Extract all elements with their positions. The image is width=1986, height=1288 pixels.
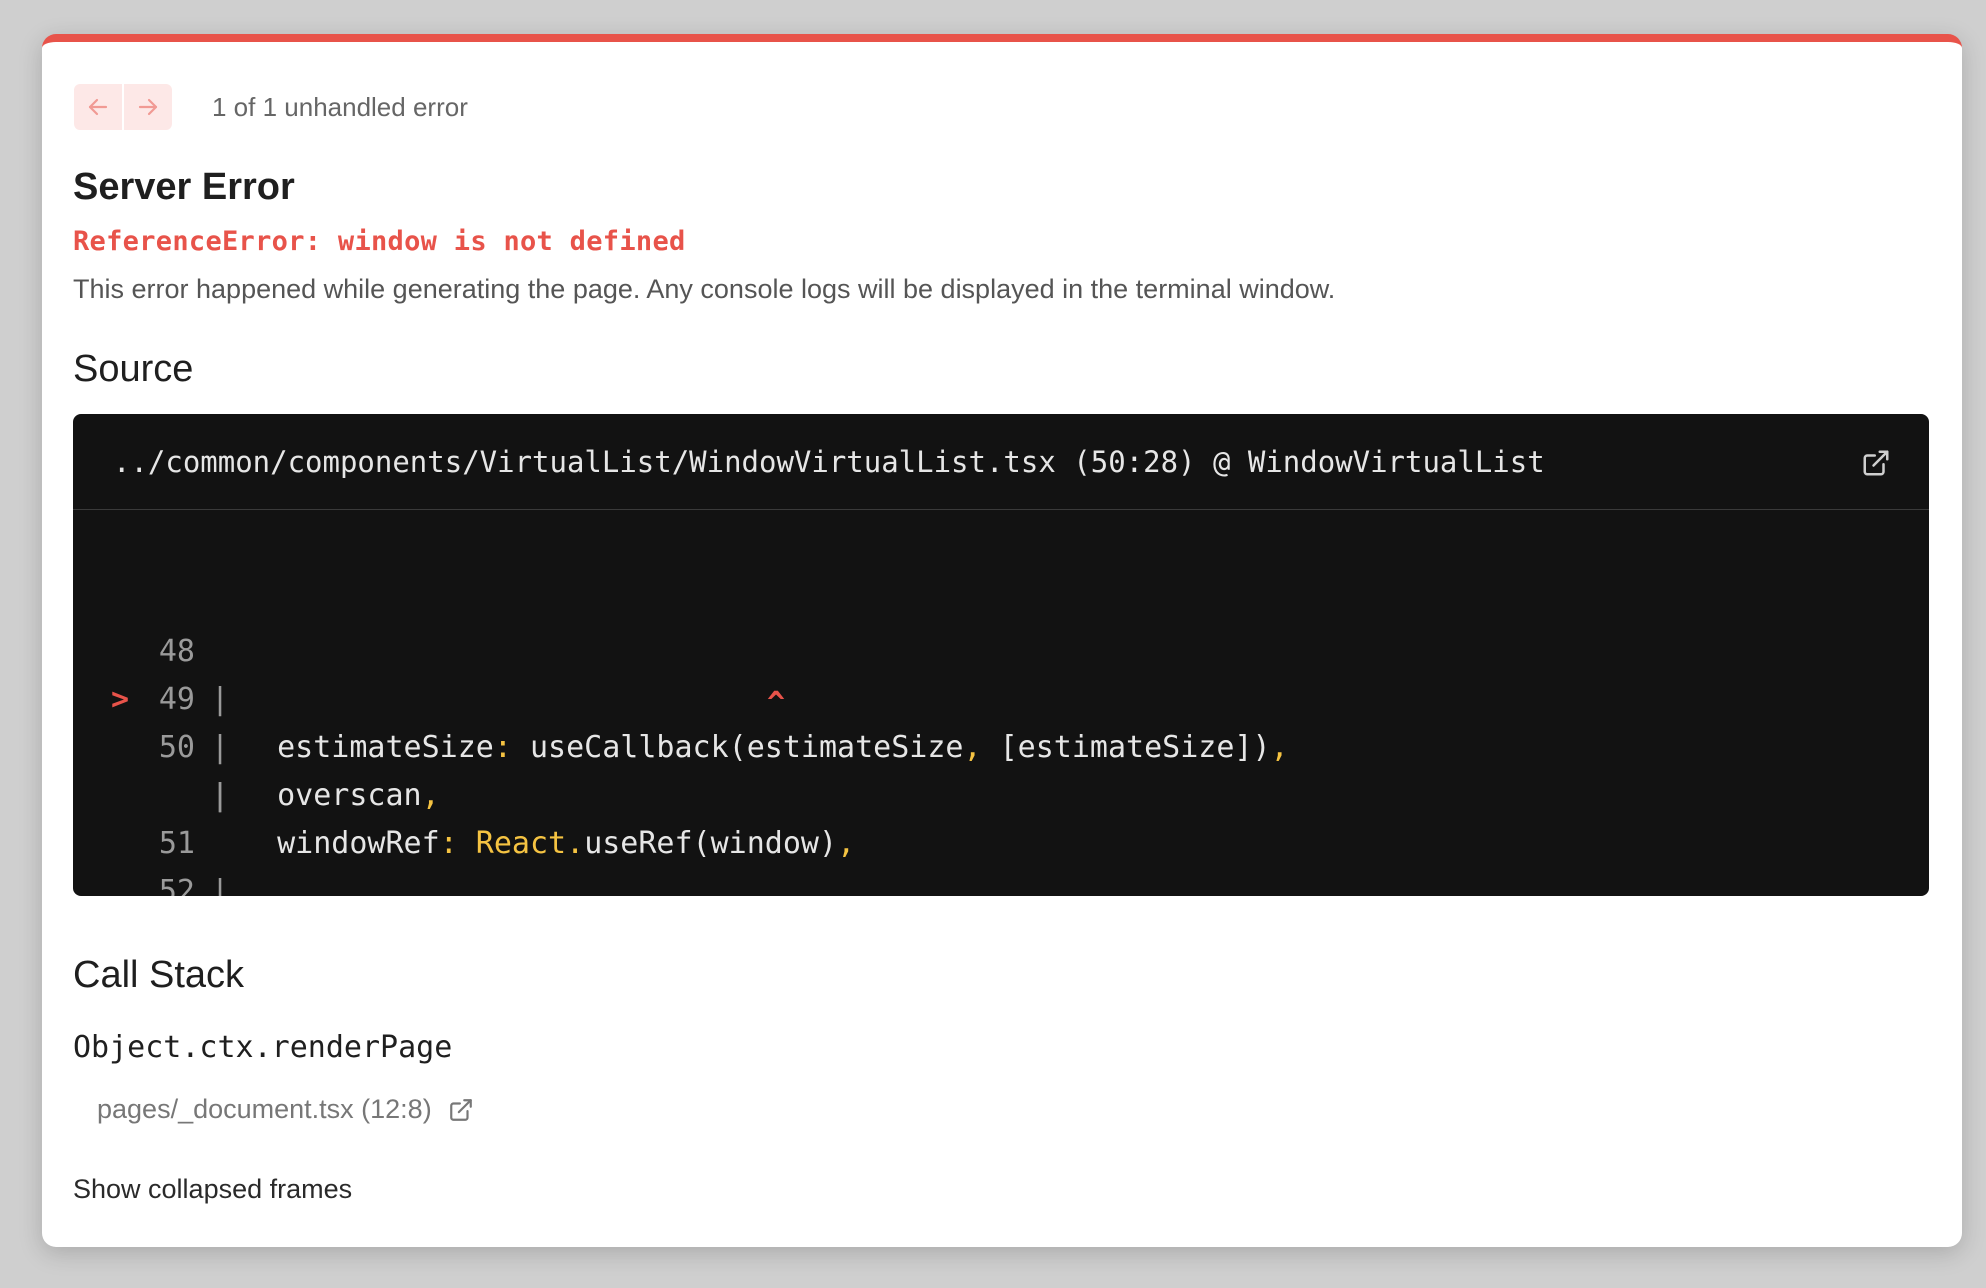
external-link-icon[interactable]	[1861, 448, 1891, 478]
show-collapsed-frames-button[interactable]: Show collapsed frames	[73, 1174, 352, 1205]
stack-frame-file[interactable]: pages/_document.tsx (12:8)	[97, 1094, 432, 1125]
call-stack-heading: Call Stack	[73, 954, 245, 996]
previous-error-button[interactable]	[74, 84, 122, 130]
arrow-left-icon	[88, 98, 108, 116]
code-body: 48 | estimateSize: useCallback(estimateS…	[73, 510, 1929, 896]
code-line: 52 |	[73, 772, 1929, 896]
stack-frame-location[interactable]: pages/_document.tsx (12:8)	[97, 1094, 474, 1125]
external-link-icon[interactable]	[448, 1097, 474, 1123]
error-overlay-backdrop: 1 of 1 unhandled error Server Error Refe…	[0, 0, 1986, 1288]
error-caret: ^	[767, 686, 786, 721]
code-line: 53 | const length = rowVirtualizer.virtu…	[73, 820, 1929, 868]
source-file-path[interactable]: ../common/components/VirtualList/WindowV…	[113, 445, 1545, 479]
error-title: Server Error	[73, 166, 295, 208]
error-pagination: 1 of 1 unhandled error	[74, 84, 468, 130]
next-error-button[interactable]	[124, 84, 172, 130]
code-line: 48 | estimateSize: useCallback(estimateS…	[73, 532, 1929, 765]
error-description: This error happened while generating the…	[73, 274, 1336, 304]
code-line: 51 | });	[73, 724, 1929, 896]
code-line: 49 | overscan,	[73, 580, 1929, 813]
code-frame: ../common/components/VirtualList/WindowV…	[73, 414, 1929, 896]
arrow-right-icon	[138, 98, 158, 116]
error-message: ReferenceError: window is not defined	[73, 226, 686, 257]
source-heading: Source	[73, 348, 194, 390]
code-frame-header[interactable]: ../common/components/VirtualList/WindowV…	[73, 414, 1929, 510]
code-line-error: > 50 | windowRef: React.useRef(window),	[73, 628, 1929, 861]
code-line-caret: | ^	[73, 676, 1929, 813]
error-count: 1 of 1 unhandled error	[212, 91, 468, 122]
stack-frame-name: Object.ctx.renderPage	[73, 1030, 453, 1065]
error-dialog: 1 of 1 unhandled error Server Error Refe…	[42, 34, 1962, 1247]
